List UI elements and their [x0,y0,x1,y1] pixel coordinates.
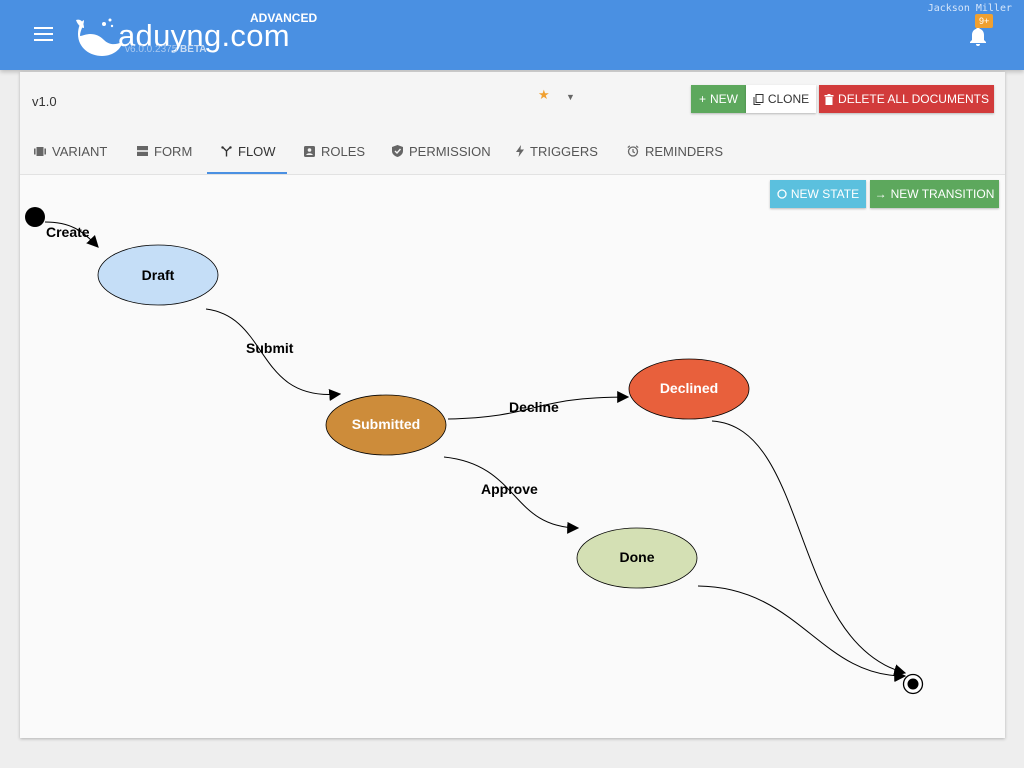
transition-done-end-edge[interactable] [697,585,907,683]
state-done-label: Done [620,549,655,565]
username[interactable]: Jackson Miller [928,3,1012,14]
state-submitted-label: Submitted [352,416,420,432]
end-node[interactable] [902,673,924,695]
whale-logo-icon [76,18,122,56]
state-declined[interactable]: Declined [628,358,750,420]
notification-badge[interactable]: 9+ [975,14,994,28]
edition-label: ADVANCED [250,11,318,25]
state-draft-label: Draft [142,267,175,283]
transition-approve-label[interactable]: Approve [481,481,538,497]
transition-declined-end-edge[interactable] [711,420,907,676]
flow-diagram: Draft Submitted Declined Done Create Sub… [25,207,924,695]
logo[interactable]: aduyng.com ADVANCED v6.0.0.2375 BETA [74,10,318,66]
menu-icon[interactable] [34,27,53,41]
app-version: v6.0.0.2375 BETA [125,44,207,55]
transition-decline-label[interactable]: Decline [509,399,559,415]
state-draft[interactable]: Draft [97,244,219,306]
flow-panel: v1.0 ★ ▼ + NEW CLONE DELETE ALL DOCUMENTS… [20,72,1005,738]
top-bar: aduyng.com ADVANCED v6.0.0.2375 BETA Jac… [0,0,1024,70]
transition-submit-label[interactable]: Submit [246,340,294,356]
start-node[interactable] [25,207,45,227]
state-submitted[interactable]: Submitted [325,394,447,456]
state-declined-label: Declined [660,380,718,396]
state-done[interactable]: Done [576,527,698,589]
transition-create-label[interactable]: Create [46,224,90,240]
